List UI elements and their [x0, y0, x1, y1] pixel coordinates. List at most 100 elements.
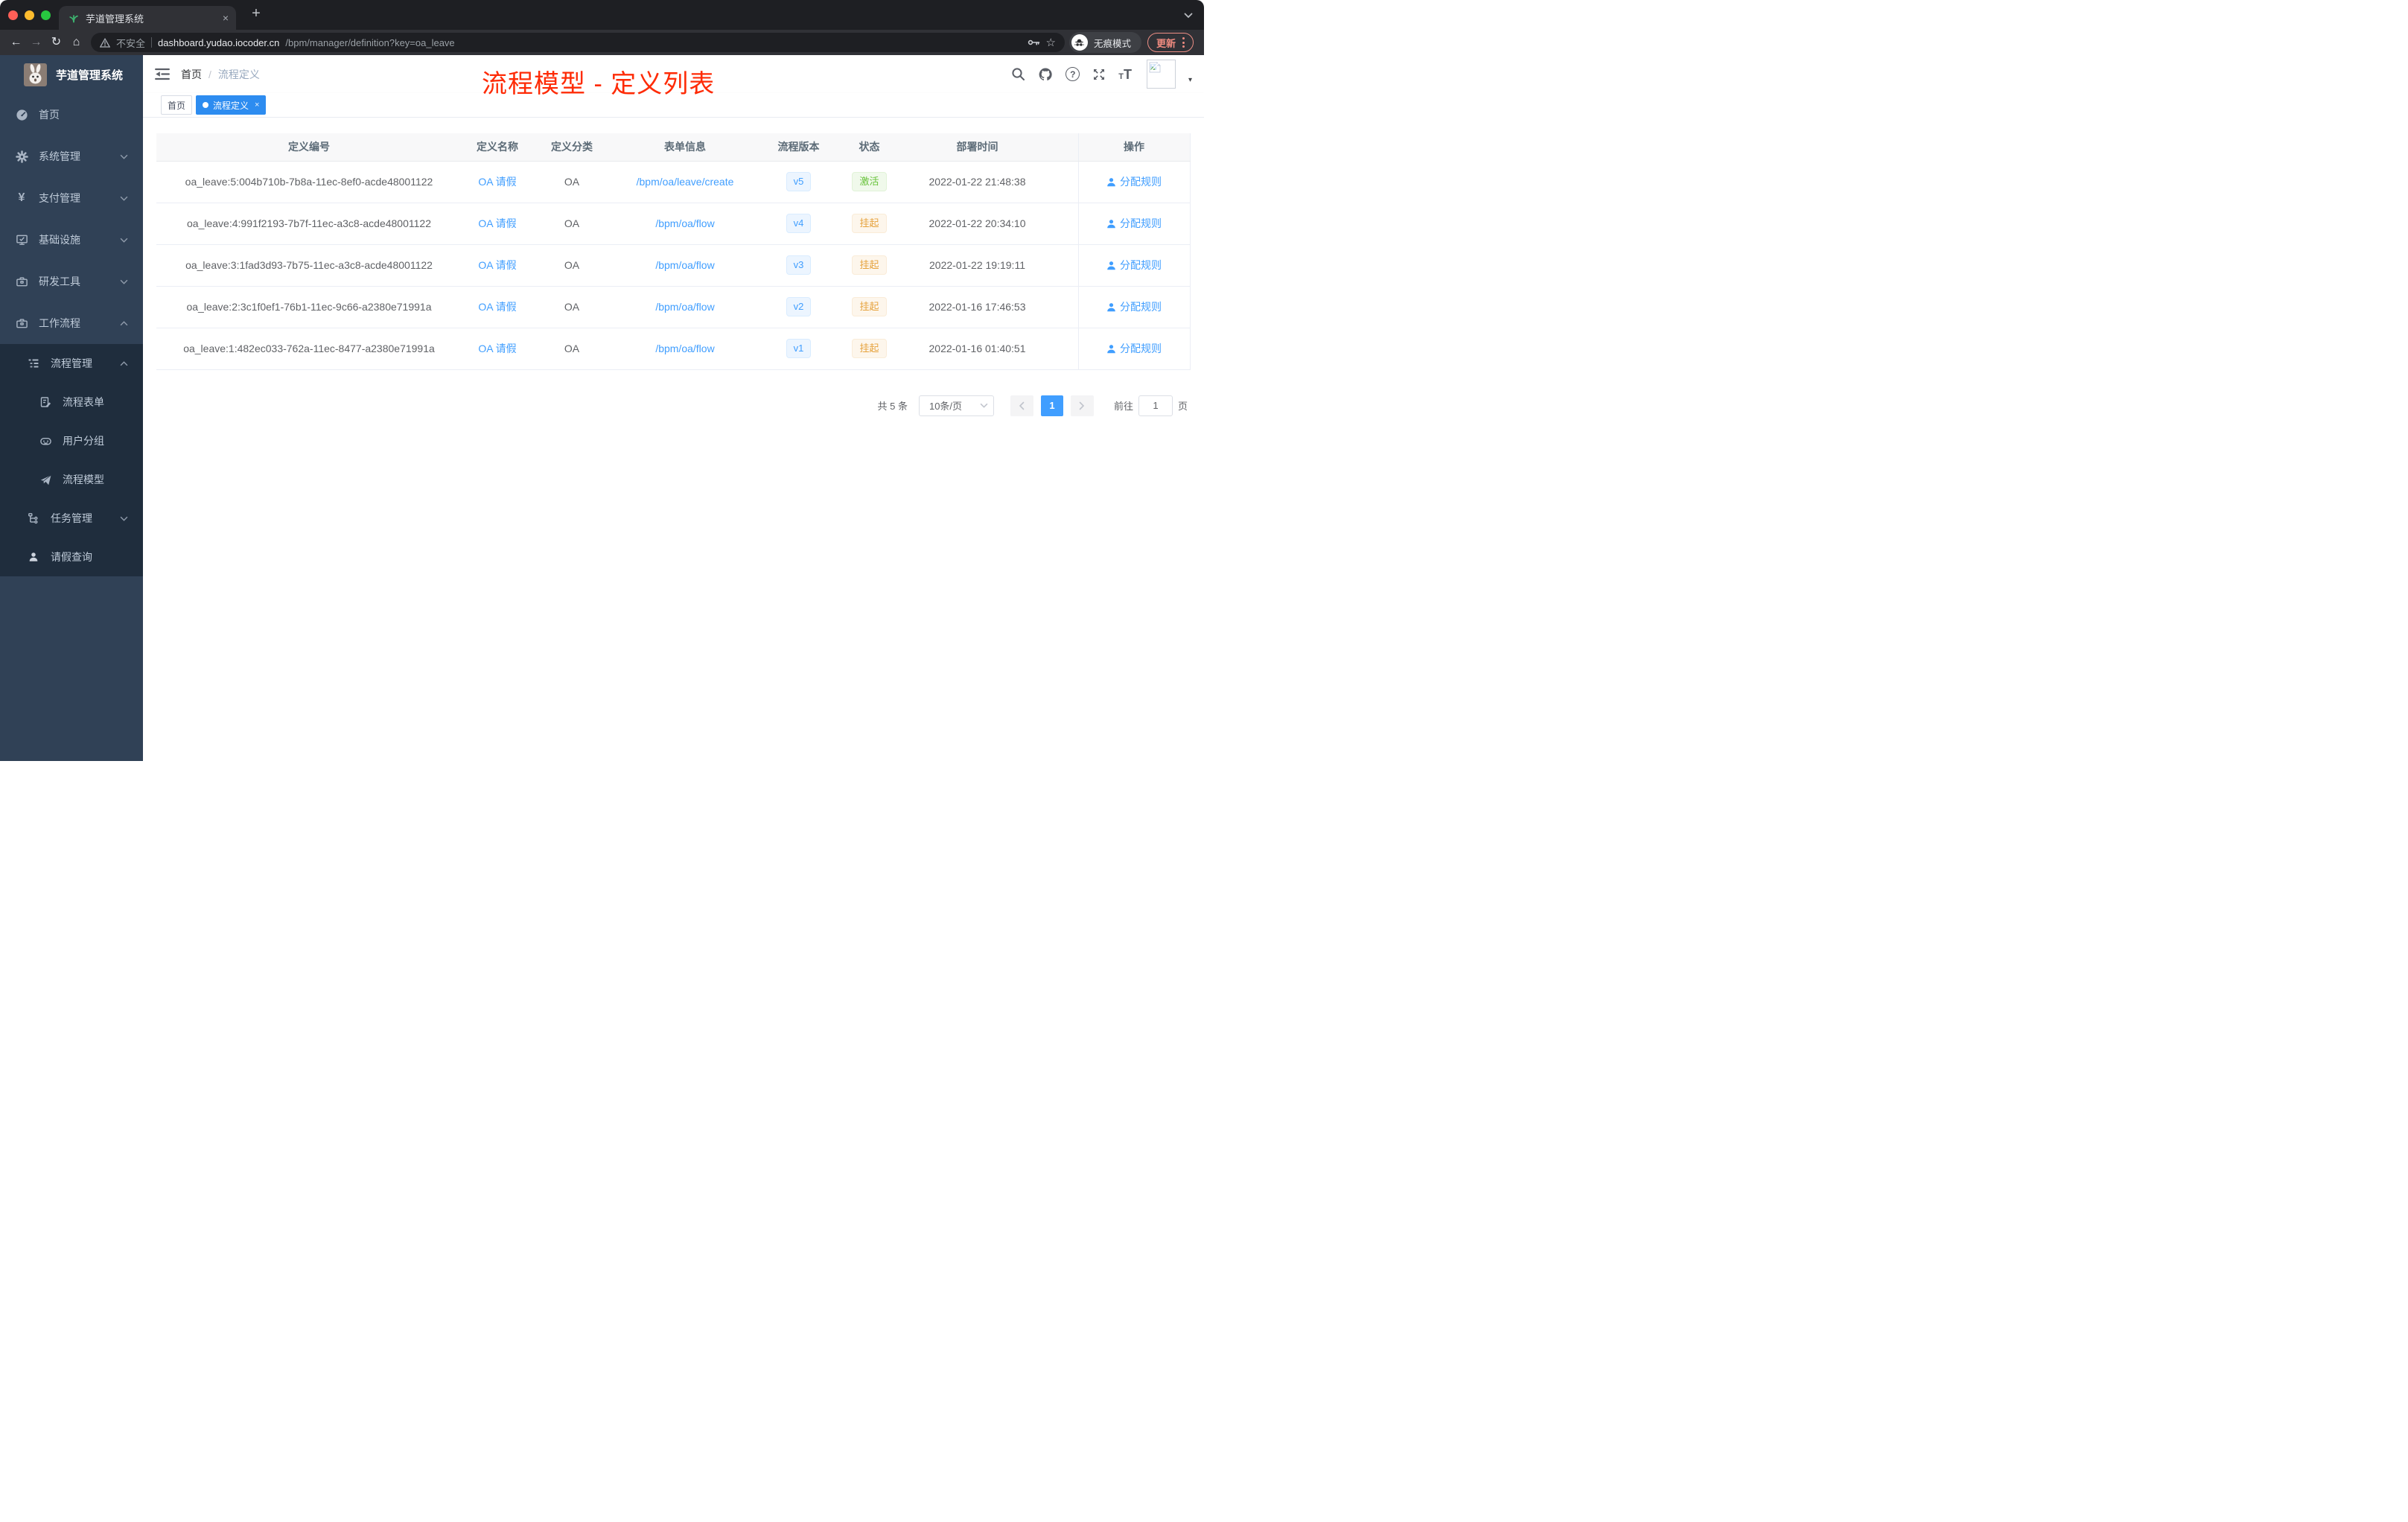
sidebar-item-task-manage[interactable]: 任务管理 — [0, 499, 143, 538]
status-badge: 挂起 — [852, 255, 887, 276]
github-icon[interactable] — [1038, 67, 1053, 82]
tag-home[interactable]: 首页 — [161, 95, 193, 115]
url-path: /bpm/manager/definition?key=oa_leave — [285, 36, 455, 48]
incognito-label: 无痕模式 — [1093, 38, 1131, 49]
sidebar-item-user-group[interactable]: 用户分组 — [0, 421, 143, 460]
avatar[interactable] — [1146, 60, 1176, 89]
browser-menu-icon[interactable] — [1182, 37, 1185, 48]
chevron-down-icon — [120, 279, 128, 284]
col-status: 状态 — [838, 133, 901, 162]
dashboard-icon — [15, 108, 28, 121]
tab-title: 芋道管理系统 — [86, 13, 144, 25]
form-link[interactable]: /bpm/oa/flow — [655, 259, 714, 271]
sidebar-item-workflow[interactable]: 工作流程 — [0, 302, 143, 344]
back-button[interactable]: ← — [6, 36, 26, 48]
url-divider — [151, 37, 153, 48]
forward-button[interactable]: → — [26, 36, 46, 48]
form-link[interactable]: /bpm/oa/flow — [655, 343, 714, 354]
close-window-button[interactable] — [8, 10, 18, 20]
reload-button[interactable]: ↻ — [46, 36, 66, 48]
table-row: oa_leave:5:004b710b-7b8a-11ec-8ef0-acde4… — [156, 161, 1191, 203]
chevron-up-icon — [120, 360, 128, 366]
tag-close-icon[interactable]: × — [255, 101, 259, 109]
logo-image — [24, 63, 47, 86]
security-label[interactable]: 不安全 — [116, 36, 145, 50]
sidebar-item-process-form[interactable]: 流程表单 — [0, 383, 143, 421]
sidebar-item-system[interactable]: 系统管理 — [0, 136, 143, 177]
sidebar-item-process-manage[interactable]: 流程管理 — [0, 344, 143, 383]
goto-page-input[interactable] — [1138, 395, 1173, 416]
breadcrumb-home[interactable]: 首页 — [181, 67, 202, 82]
assign-rule-link[interactable]: 分配规则 — [1106, 299, 1162, 314]
assign-rule-link[interactable]: 分配规则 — [1106, 341, 1162, 356]
font-size-icon[interactable]: TT — [1118, 68, 1132, 81]
bookmark-star-icon[interactable]: ☆ — [1046, 36, 1056, 49]
password-key-icon[interactable] — [1028, 36, 1040, 48]
app-logo[interactable]: 芋道管理系统 — [0, 55, 143, 94]
version-badge: v1 — [786, 338, 812, 359]
version-badge: v3 — [786, 255, 812, 276]
update-button[interactable]: 更新 — [1147, 33, 1194, 52]
assign-rule-link[interactable]: 分配规则 — [1106, 216, 1162, 231]
current-page-button[interactable]: 1 — [1040, 395, 1063, 416]
sidebar-item-leave-query[interactable]: 请假查询 — [0, 538, 143, 576]
table-row: oa_leave:2:3c1f0ef1-76b1-11ec-9c66-a2380… — [156, 286, 1191, 328]
search-icon[interactable] — [1011, 67, 1025, 81]
sidebar-item-dev-tools[interactable]: 研发工具 — [0, 261, 143, 302]
help-icon[interactable]: ? — [1066, 67, 1080, 81]
sidebar-item-payment[interactable]: ¥ 支付管理 — [0, 177, 143, 219]
page-unit-label: 页 — [1177, 401, 1188, 412]
form-link[interactable]: /bpm/oa/flow — [655, 301, 714, 313]
browser-tab[interactable]: 芋道管理系统 × — [59, 6, 236, 30]
sidebar-toggle-icon[interactable] — [155, 68, 170, 80]
sidebar-item-process-model[interactable]: 流程模型 — [0, 460, 143, 499]
col-gutter — [1054, 133, 1078, 162]
page-size-select[interactable]: 10条/页 — [918, 395, 994, 416]
next-page-button[interactable] — [1070, 395, 1094, 416]
form-link[interactable]: /bpm/oa/flow — [655, 217, 714, 229]
sidebar-item-label: 流程模型 — [63, 474, 104, 485]
pagination-total: 共 5 条 — [877, 401, 908, 412]
home-button[interactable]: ⌂ — [66, 36, 86, 48]
chevron-down-icon — [120, 516, 128, 521]
address-bar[interactable]: 不安全 dashboard.yudao.iocoder.cn/bpm/manag… — [91, 33, 1065, 52]
sidebar-item-infrastructure[interactable]: 基础设施 — [0, 219, 143, 261]
definition-category: OA — [533, 328, 611, 370]
definition-name-link[interactable]: OA 请假 — [478, 343, 516, 354]
tag-process-definition[interactable]: 流程定义 × — [196, 95, 267, 115]
sidebar-item-home[interactable]: 首页 — [0, 94, 143, 136]
sidebar-item-label: 任务管理 — [51, 512, 92, 524]
deploy-time: 2022-01-16 01:40:51 — [901, 328, 1054, 370]
url-host: dashboard.yudao.iocoder.cn — [158, 36, 280, 48]
definition-name-link[interactable]: OA 请假 — [478, 301, 516, 313]
form-link[interactable]: /bpm/oa/leave/create — [637, 176, 734, 188]
tab-search-chevron-icon[interactable] — [1184, 13, 1193, 19]
definition-table: 定义编号 定义名称 定义分类 表单信息 流程版本 状态 部署时间 操作 oa_l… — [156, 133, 1191, 370]
prev-page-button[interactable] — [1010, 395, 1033, 416]
new-tab-button[interactable]: + — [247, 5, 265, 22]
definition-name-link[interactable]: OA 请假 — [478, 259, 516, 271]
favicon-sprout-icon — [68, 12, 80, 24]
col-deploy-time: 部署时间 — [901, 133, 1054, 162]
deploy-time: 2022-01-22 21:48:38 — [901, 161, 1054, 203]
briefcase-icon — [15, 316, 28, 330]
minimize-window-button[interactable] — [25, 10, 34, 20]
tab-close-icon[interactable]: × — [223, 12, 229, 24]
user-icon — [1107, 302, 1115, 311]
definition-name-link[interactable]: OA 请假 — [478, 176, 516, 188]
fullscreen-icon[interactable] — [1092, 68, 1106, 81]
definition-name-link[interactable]: OA 请假 — [478, 217, 516, 229]
definition-category: OA — [533, 161, 611, 203]
definition-id: oa_leave:5:004b710b-7b8a-11ec-8ef0-acde4… — [156, 161, 462, 203]
assign-rule-link[interactable]: 分配规则 — [1106, 258, 1162, 273]
assign-rule-link[interactable]: 分配规则 — [1106, 174, 1162, 189]
chevron-down-icon — [120, 238, 128, 243]
status-badge: 挂起 — [852, 213, 887, 234]
definition-category: OA — [533, 203, 611, 245]
browser-tabstrip: 芋道管理系统 × + — [0, 0, 1204, 30]
pagination: 共 5 条 10条/页 1 前往 页 — [156, 395, 1190, 416]
col-definition-name: 定义名称 — [462, 133, 533, 162]
col-action: 操作 — [1077, 133, 1191, 162]
avatar-caret-icon[interactable]: ▾ — [1188, 76, 1192, 84]
maximize-window-button[interactable] — [41, 10, 51, 20]
